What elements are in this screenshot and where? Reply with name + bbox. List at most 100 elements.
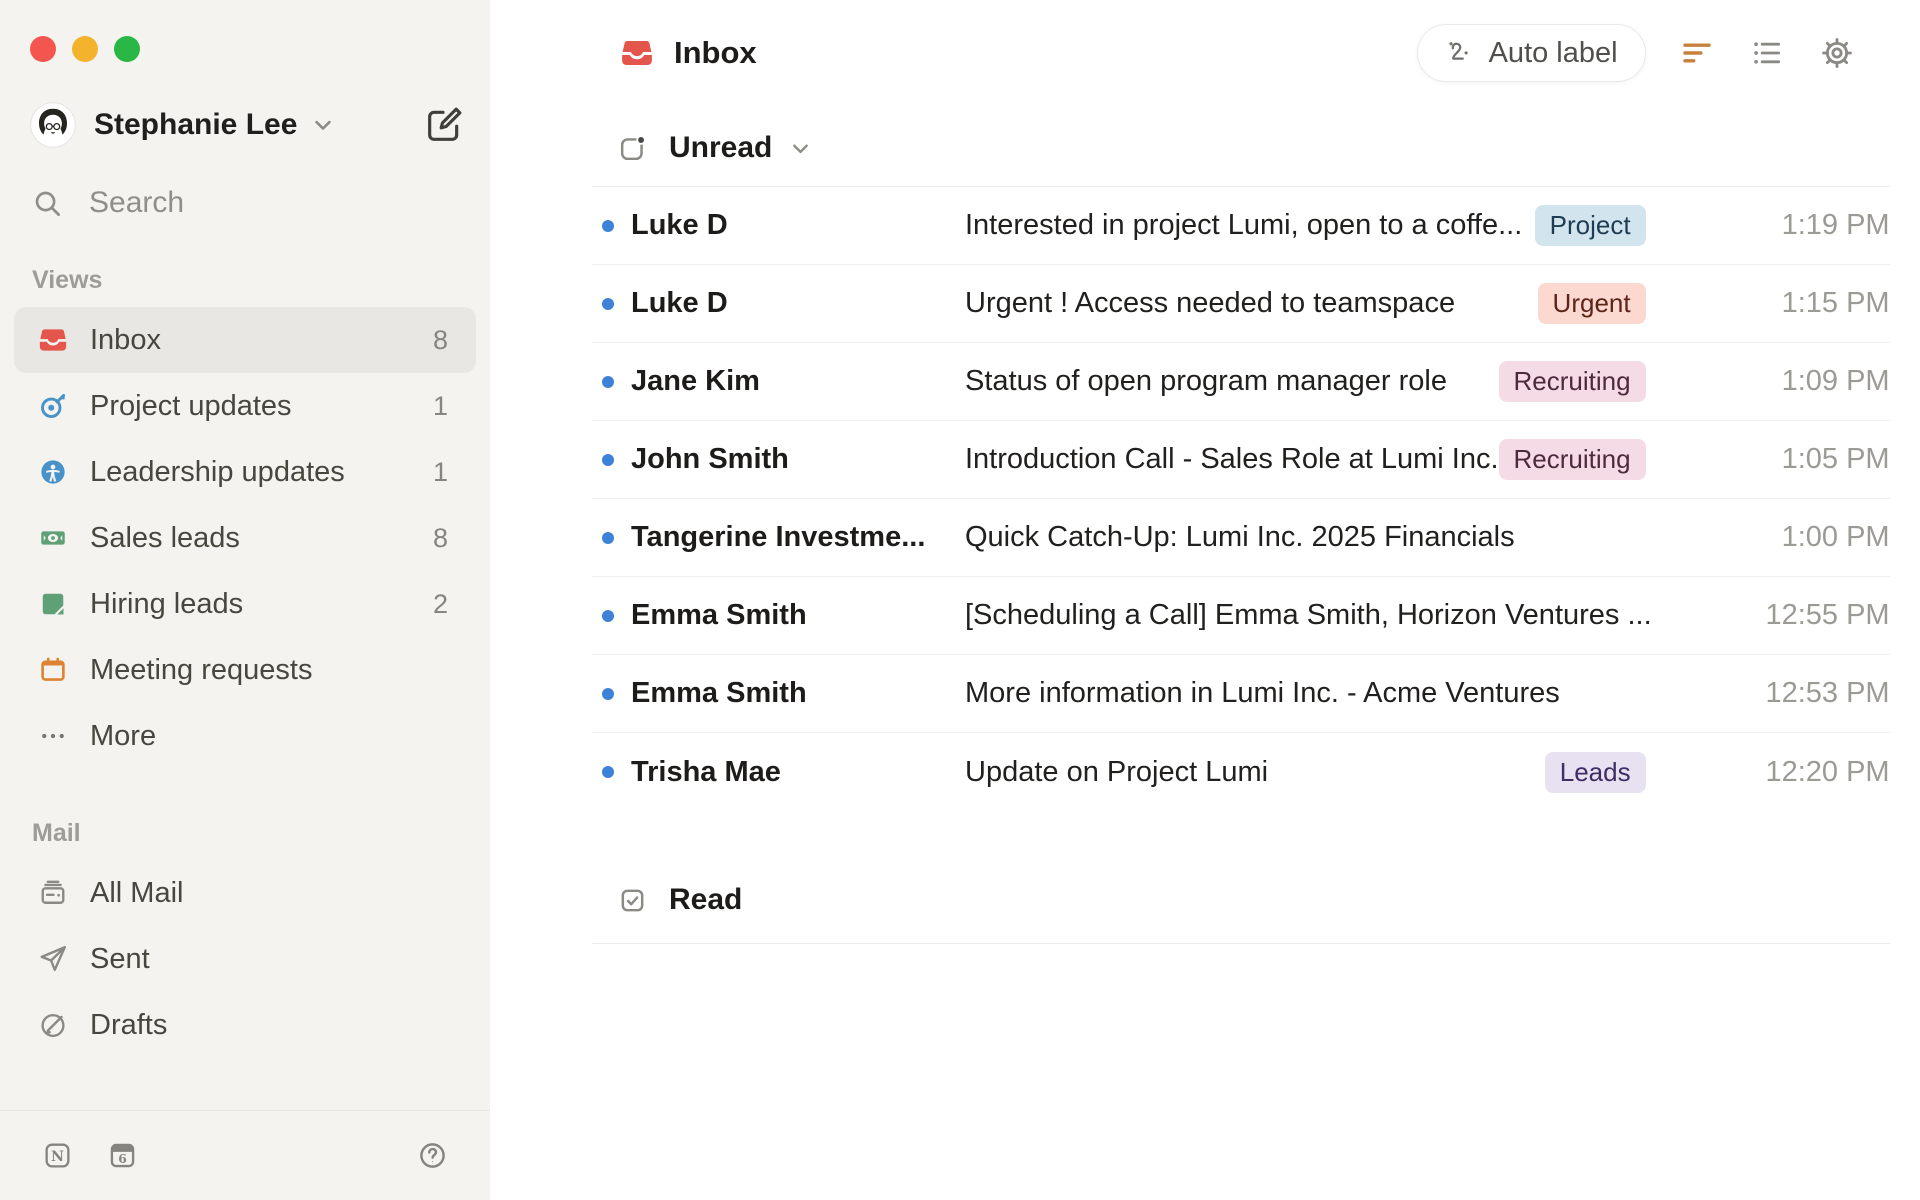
- calendar-icon: [38, 655, 68, 685]
- page-title-group: Inbox: [620, 35, 757, 71]
- unread-dot: [602, 453, 614, 466]
- sidebar-item-inbox[interactable]: Inbox 8: [14, 307, 476, 373]
- zoom-window-button[interactable]: [114, 36, 140, 62]
- inbox-tray-icon: [38, 325, 68, 355]
- email-subject: Update on Project Lumi: [965, 755, 1269, 788]
- settings-button[interactable]: [1818, 34, 1856, 72]
- unread-dot: [602, 219, 614, 232]
- unread-dot: [602, 766, 614, 778]
- banknote-icon: [38, 523, 68, 553]
- group-header-read[interactable]: Read: [592, 883, 1890, 944]
- sidebar-item-meeting-requests[interactable]: Meeting requests: [14, 637, 476, 703]
- email-time: 12:20 PM: [1765, 755, 1890, 788]
- unread-count-badge: 8: [432, 324, 448, 355]
- email-time: 1:00 PM: [1781, 521, 1890, 553]
- group-header-unread[interactable]: Unread: [592, 122, 1890, 174]
- email-row[interactable]: Luke D Interested in project Lumi, open …: [592, 187, 1890, 265]
- mail-section-title: Mail: [32, 819, 81, 847]
- ellipsis-icon: [38, 721, 68, 751]
- email-subject: Urgent ! Access needed to teamspace: [965, 287, 1456, 319]
- filter-button[interactable]: [1678, 34, 1716, 72]
- settings-gear-icon: [1821, 38, 1852, 68]
- app-window: Stephanie Lee Search Views Inbox 8 Proje…: [0, 0, 1920, 1200]
- sidebar-item-label: More: [90, 719, 157, 752]
- group-label-read: Read: [669, 883, 743, 916]
- email-sender: Emma Smith: [631, 599, 807, 631]
- window-controls: [0, 0, 490, 62]
- unread-dot: [602, 375, 614, 388]
- auto-label-button[interactable]: Auto label: [1416, 24, 1646, 82]
- header-actions: Auto label: [1416, 24, 1856, 82]
- email-time: 1:09 PM: [1781, 365, 1890, 397]
- read-checkbox-icon: [617, 885, 648, 916]
- notion-logo-icon[interactable]: N: [42, 1140, 73, 1171]
- chevron-down-icon: [309, 111, 337, 139]
- email-row[interactable]: Tangerine Investme... Quick Catch-Up: Lu…: [592, 499, 1890, 577]
- filter-icon: [1682, 43, 1711, 63]
- compose-button[interactable]: [424, 105, 464, 145]
- sidebar-footer: N 6: [0, 1110, 490, 1200]
- all-mail-icon: [38, 878, 68, 908]
- svg-text:N: N: [51, 1149, 64, 1165]
- sidebar-item-project-updates[interactable]: Project updates 1: [14, 373, 476, 439]
- email-label-chip[interactable]: Recruiting: [1498, 439, 1646, 480]
- sidebar-item-sent[interactable]: Sent: [14, 926, 476, 992]
- help-icon[interactable]: [417, 1140, 448, 1171]
- email-sender: Emma Smith: [631, 677, 807, 709]
- sidebar-item-label: Sales leads: [90, 521, 240, 554]
- email-row[interactable]: Luke D Urgent ! Access needed to teamspa…: [592, 265, 1890, 343]
- sidebar-item-leadership-updates[interactable]: Leadership updates 1: [14, 439, 476, 505]
- email-sender: Trisha Mae: [631, 755, 781, 788]
- email-row[interactable]: Emma Smith More information in Lumi Inc.…: [592, 655, 1890, 733]
- minimize-window-button[interactable]: [72, 36, 98, 62]
- send-icon: [38, 944, 68, 974]
- close-window-button[interactable]: [30, 36, 56, 62]
- search-input[interactable]: Search: [32, 186, 464, 220]
- email-sender: Luke D: [631, 209, 728, 241]
- email-subject: Introduction Call - Sales Role at Lumi I…: [965, 443, 1499, 475]
- list-view-button[interactable]: [1748, 34, 1786, 72]
- email-subject: More information in Lumi Inc. - Acme Ven…: [965, 677, 1560, 709]
- unread-dot: [602, 531, 614, 544]
- email-label-chip[interactable]: Project: [1534, 205, 1646, 246]
- email-time: 12:55 PM: [1765, 599, 1890, 631]
- sidebar: Stephanie Lee Search Views Inbox 8 Proje…: [0, 0, 490, 1200]
- sidebar-item-drafts[interactable]: Drafts: [14, 992, 476, 1058]
- email-time: 1:19 PM: [1781, 209, 1890, 241]
- chevron-down-icon: [787, 135, 814, 162]
- sidebar-item-more[interactable]: More: [14, 703, 476, 769]
- unread-count-badge: 1: [432, 456, 448, 487]
- sidebar-item-label: Sent: [90, 942, 150, 975]
- sidebar-item-hiring-leads[interactable]: Hiring leads 2: [14, 571, 476, 637]
- email-subject: [Scheduling a Call] Emma Smith, Horizon …: [965, 599, 1652, 631]
- avatar: [30, 102, 76, 148]
- email-label-chip[interactable]: Urgent: [1537, 283, 1646, 324]
- email-time: 1:05 PM: [1781, 443, 1890, 475]
- views-section-title: Views: [32, 266, 103, 294]
- sidebar-item-sales-leads[interactable]: Sales leads 8: [14, 505, 476, 571]
- search-icon: [32, 188, 63, 219]
- email-time: 1:15 PM: [1781, 287, 1890, 319]
- unread-count-badge: 1: [432, 390, 448, 421]
- calendar-day-icon[interactable]: 6: [107, 1140, 138, 1171]
- email-subject: Interested in project Lumi, open to a co…: [965, 209, 1523, 241]
- unread-count-badge: 8: [432, 522, 448, 553]
- auto-label-wand-icon: [1445, 38, 1475, 68]
- email-row[interactable]: Jane Kim Status of open program manager …: [592, 343, 1890, 421]
- note-icon: [38, 589, 68, 619]
- sidebar-item-all-mail[interactable]: All Mail: [14, 860, 476, 926]
- unread-dot: [602, 609, 614, 622]
- email-label-chip[interactable]: Leads: [1544, 751, 1646, 793]
- target-icon: [38, 391, 68, 421]
- mail-nav: All Mail Sent Drafts: [0, 860, 490, 1058]
- email-row[interactable]: Trisha Mae Update on Project Lumi Leads …: [592, 733, 1890, 811]
- email-row[interactable]: Emma Smith [Scheduling a Call] Emma Smit…: [592, 577, 1890, 655]
- svg-text:6: 6: [118, 1151, 127, 1166]
- email-time: 12:53 PM: [1765, 677, 1890, 709]
- email-list: Unread Luke D Interested in project Lumi…: [490, 122, 1920, 944]
- account-switcher[interactable]: Stephanie Lee: [30, 102, 464, 148]
- email-row[interactable]: John Smith Introduction Call - Sales Rol…: [592, 421, 1890, 499]
- drafts-icon: [38, 1010, 68, 1040]
- email-label-chip[interactable]: Recruiting: [1498, 361, 1646, 402]
- email-sender: Luke D: [631, 287, 728, 319]
